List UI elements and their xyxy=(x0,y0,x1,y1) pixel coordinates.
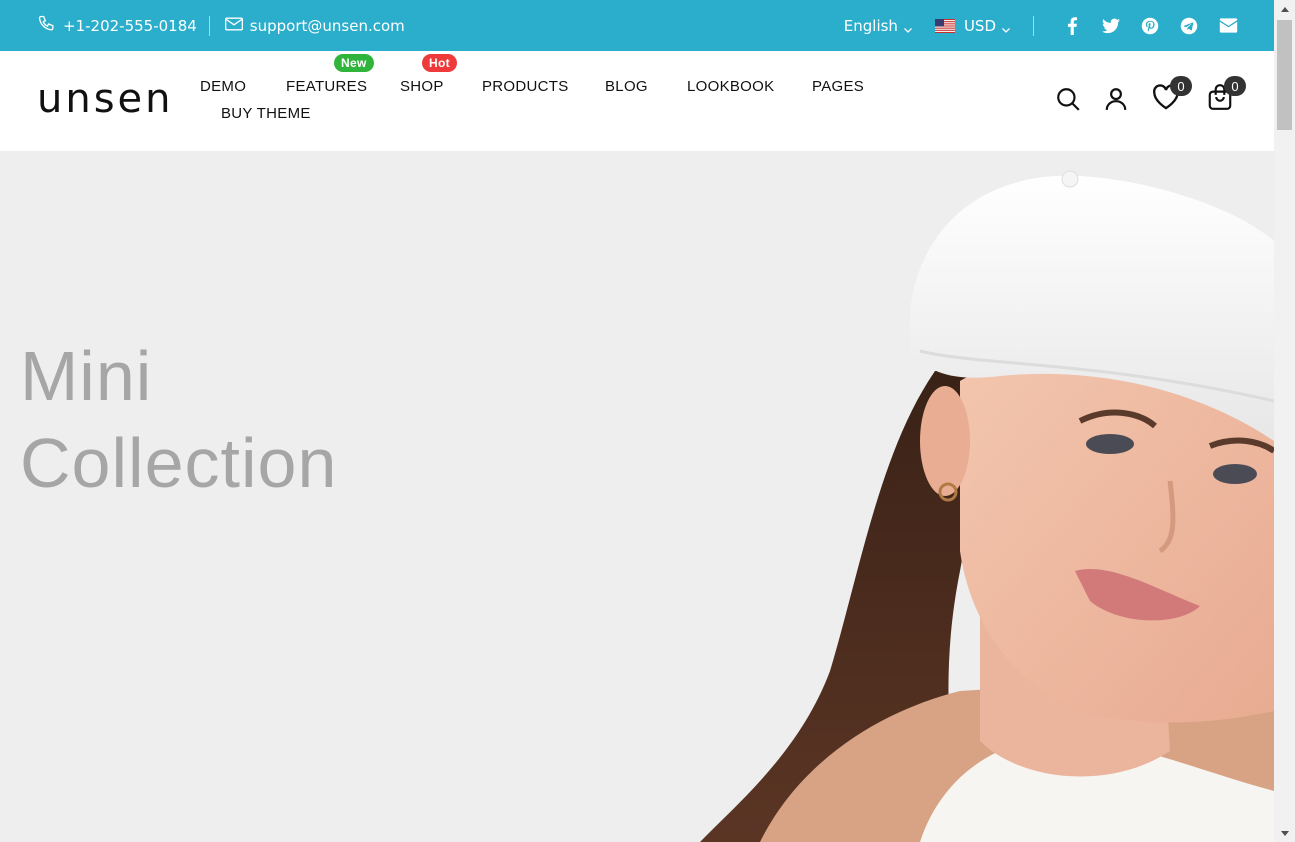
divider xyxy=(1033,15,1034,36)
scroll-down-arrow-icon[interactable] xyxy=(1274,825,1295,842)
cart-button[interactable]: 0 xyxy=(1206,76,1246,113)
nav-item-products[interactable]: PRODUCTS xyxy=(482,78,569,95)
wishlist-count: 0 xyxy=(1170,76,1192,96)
user-icon[interactable] xyxy=(1102,85,1130,113)
new-badge: New xyxy=(334,54,374,72)
nav-item-label: SHOP xyxy=(400,78,444,95)
main-header: unsen DEMO New FEATURES Hot SHOP PRODUCT… xyxy=(0,51,1274,151)
facebook-icon[interactable] xyxy=(1062,16,1082,36)
mail-icon xyxy=(224,15,244,37)
us-flag-icon xyxy=(934,18,955,33)
page-scrollbar[interactable] xyxy=(1274,0,1295,842)
phone-icon xyxy=(37,14,57,38)
chevron-down-icon xyxy=(1001,21,1011,33)
search-icon[interactable] xyxy=(1054,85,1082,113)
phone-link[interactable]: +1-202-555-0184 xyxy=(37,14,197,38)
phone-number: +1-202-555-0184 xyxy=(63,16,197,35)
pinterest-icon[interactable] xyxy=(1140,16,1160,36)
nav-item-demo[interactable]: DEMO xyxy=(200,78,246,95)
email-address: support@unsen.com xyxy=(249,16,405,35)
wishlist-button[interactable]: 0 xyxy=(1152,76,1192,113)
topbar-right: English USD xyxy=(844,0,1238,51)
nav-item-features[interactable]: New FEATURES xyxy=(286,54,374,95)
hero-banner[interactable]: Mini Collection xyxy=(0,151,1274,842)
currency-label: USD xyxy=(963,16,996,35)
divider xyxy=(208,15,210,36)
hot-badge: Hot xyxy=(422,54,457,72)
email-link[interactable]: support@unsen.com xyxy=(224,15,405,37)
nav-item-buy-theme[interactable]: BUY THEME xyxy=(221,105,311,122)
twitter-icon[interactable] xyxy=(1101,16,1121,36)
header-actions: 0 0 xyxy=(1054,76,1246,113)
site-logo[interactable]: unsen xyxy=(37,79,174,119)
nav-item-label: FEATURES xyxy=(286,78,368,95)
contact-info: +1-202-555-0184 support@unsen.com xyxy=(37,0,405,51)
language-label: English xyxy=(843,16,898,35)
nav-item-pages[interactable]: PAGES xyxy=(812,78,864,95)
nav-item-shop[interactable]: Hot SHOP xyxy=(400,54,457,95)
cart-count: 0 xyxy=(1224,76,1246,96)
nav-item-lookbook[interactable]: LOOKBOOK xyxy=(687,78,774,95)
telegram-icon[interactable] xyxy=(1179,16,1199,36)
chevron-down-icon xyxy=(903,21,913,33)
currency-selector[interactable]: USD xyxy=(934,16,1011,35)
top-bar: +1-202-555-0184 support@unsen.com Englis… xyxy=(0,0,1274,51)
scrollbar-thumb[interactable] xyxy=(1277,20,1292,130)
hero-title-line1: Mini xyxy=(20,337,153,415)
envelope-icon[interactable] xyxy=(1218,16,1238,36)
scroll-up-arrow-icon[interactable] xyxy=(1274,0,1295,17)
language-selector[interactable]: English xyxy=(844,17,913,35)
nav-item-blog[interactable]: BLOG xyxy=(605,78,648,95)
hero-title-line2: Collection xyxy=(20,424,338,502)
social-links xyxy=(1062,16,1238,36)
